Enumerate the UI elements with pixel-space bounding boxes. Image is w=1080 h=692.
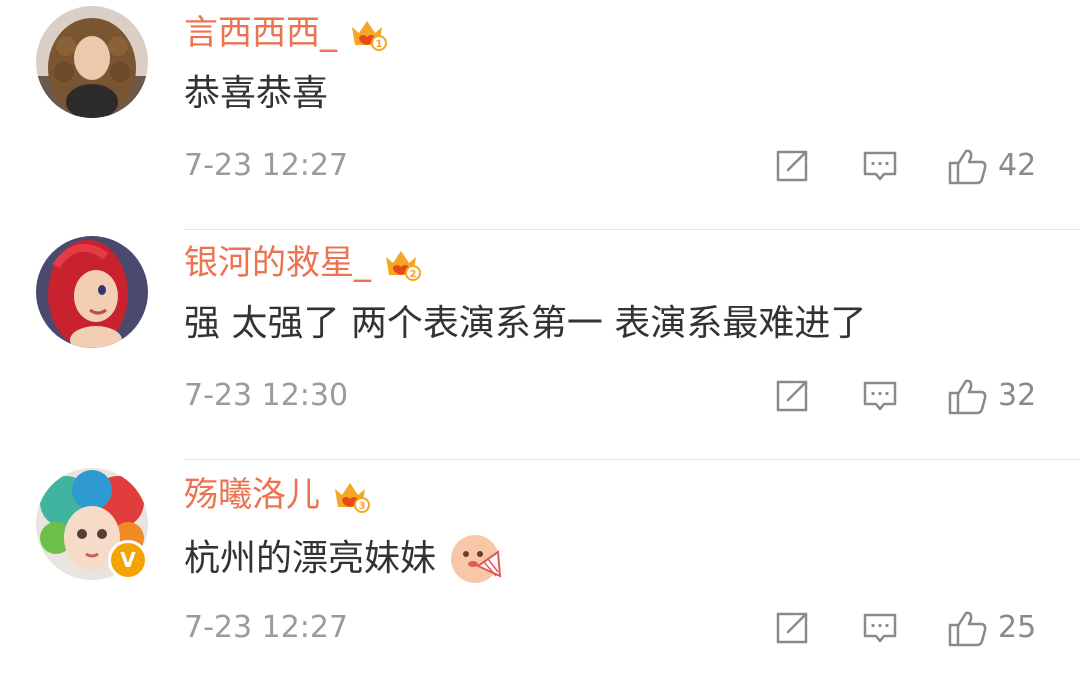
comment-text: 强 太强了 两个表演系第一 表演系最难进了 [184, 300, 866, 348]
thumbs-up-icon [948, 149, 987, 185]
verified-badge: V [108, 540, 148, 580]
comment-icon [863, 613, 897, 643]
username[interactable]: 言西西西_ [184, 10, 337, 56]
username[interactable]: 银河的救星_ [184, 240, 371, 286]
svg-text:2: 2 [410, 269, 417, 280]
comment-meta: 7-23 12:30 32 [184, 376, 1080, 416]
comment-meta: 7-23 12:27 [184, 146, 1080, 186]
like-button[interactable]: 42 [948, 146, 1036, 186]
comment-list: 言西西西_ 1 恭喜恭喜 7-23 12:27 42 银河的救星_ 2 强 太强… [0, 0, 1080, 652]
repost-button[interactable] [774, 146, 810, 186]
repost-button[interactable] [774, 376, 810, 416]
like-count: 42 [998, 148, 1037, 183]
reply-button[interactable] [862, 376, 898, 416]
repost-icon [776, 380, 808, 412]
comment-text-body: 杭州的漂亮妹妹 [184, 538, 437, 579]
comment-icon [863, 381, 897, 411]
thumbs-up-icon [948, 611, 987, 647]
comment-text-body: 强 太强了 两个表演系第一 表演系最难进了 [184, 303, 867, 344]
comment-item: 银河的救星_ 2 强 太强了 两个表演系第一 表演系最难进了 7-23 12:3… [0, 230, 1080, 460]
username[interactable]: 殇曦洛儿 [184, 472, 320, 518]
like-count: 25 [998, 610, 1037, 645]
avatar[interactable] [36, 6, 148, 118]
repost-icon [776, 150, 808, 182]
crown-icon: 1 [352, 21, 387, 51]
crown-icon: 2 [386, 251, 421, 281]
comment-item: V 殇曦洛儿 3 杭州的漂亮妹妹 7-23 12:27 25 [0, 462, 1080, 692]
svg-text:3: 3 [359, 501, 366, 512]
comment-text-body: 恭喜恭喜 [184, 73, 329, 114]
repost-icon [776, 612, 808, 644]
timestamp: 7-23 12:27 [184, 610, 349, 645]
like-button[interactable]: 25 [948, 608, 1036, 648]
reply-button[interactable] [862, 608, 898, 648]
fan-emoji-icon [451, 535, 502, 583]
comment-meta: 7-23 12:27 [184, 608, 1080, 648]
repost-button[interactable] [774, 608, 810, 648]
timestamp: 7-23 12:27 [184, 148, 349, 183]
comment-text: 恭喜恭喜 [184, 70, 328, 118]
divider [184, 459, 1080, 460]
thumbs-up-icon [948, 379, 987, 415]
like-count: 32 [998, 378, 1037, 413]
reply-button[interactable] [862, 146, 898, 186]
timestamp: 7-23 12:30 [184, 378, 349, 413]
crown-icon: 3 [335, 483, 370, 513]
comment-text: 杭州的漂亮妹妹 [184, 532, 502, 586]
avatar[interactable] [36, 236, 148, 348]
comment-item: 言西西西_ 1 恭喜恭喜 7-23 12:27 42 [0, 0, 1080, 230]
verified-label: V [120, 548, 136, 572]
comment-header: 银河的救星_ 2 [184, 240, 421, 286]
svg-text:1: 1 [376, 39, 383, 50]
like-button[interactable]: 32 [948, 376, 1036, 416]
comment-header: 殇曦洛儿 3 [184, 472, 370, 518]
comment-icon [863, 151, 897, 181]
comment-header: 言西西西_ 1 [184, 10, 387, 56]
